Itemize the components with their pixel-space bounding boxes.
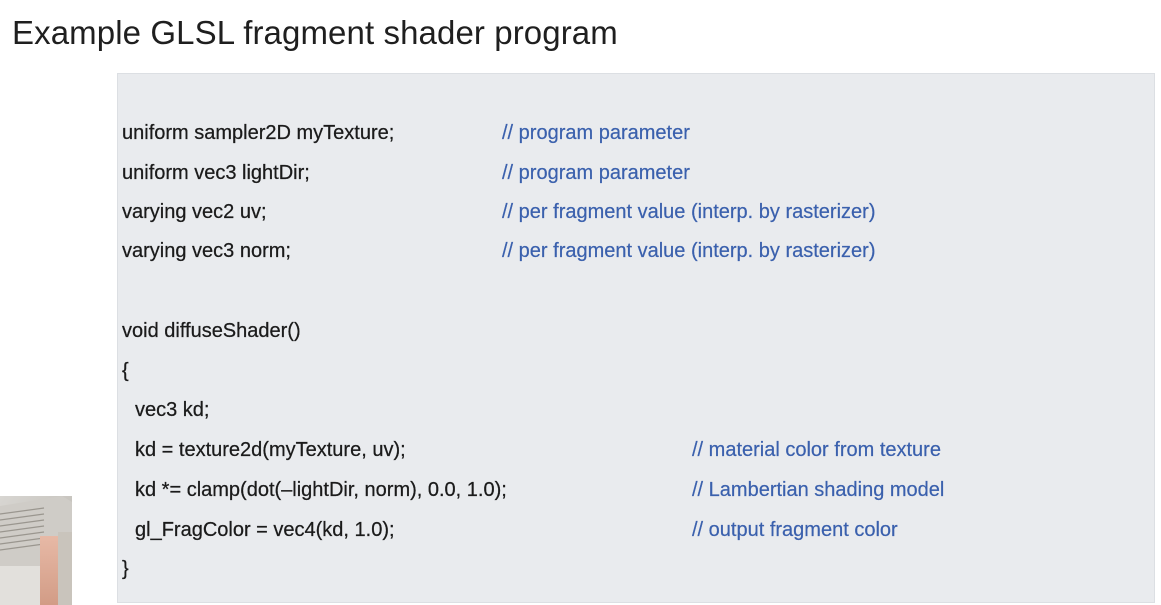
code-text: uniform sampler2D myTexture; [122, 122, 395, 144]
slide-title: Example GLSL fragment shader program [12, 14, 618, 51]
code-text: { [122, 360, 129, 382]
code-text: kd = texture2d(myTexture, uv); [135, 439, 406, 461]
code-text: gl_FragColor = vec4(kd, 1.0); [135, 519, 395, 541]
code-comment: // per fragment value (interp. by raster… [502, 240, 876, 262]
code-text: void diffuseShader() [122, 320, 301, 342]
code-comment: // per fragment value (interp. by raster… [502, 201, 876, 223]
code-comment: // material color from texture [692, 439, 941, 461]
code-comment: // program parameter [502, 122, 690, 144]
corner-photo [0, 496, 72, 605]
code-comment: // output fragment color [692, 519, 898, 541]
code-comment: // program parameter [502, 162, 690, 184]
code-text: varying vec3 norm; [122, 240, 291, 262]
code-text: uniform vec3 lightDir; [122, 162, 310, 184]
code-text: } [122, 558, 129, 580]
code-panel: uniform sampler2D myTexture; // program … [117, 73, 1155, 603]
code-text: vec3 kd; [135, 399, 210, 421]
code-comment: // Lambertian shading model [692, 479, 945, 501]
code-text: kd *= clamp(dot(–lightDir, norm), 0.0, 1… [135, 479, 507, 501]
code-text: varying vec2 uv; [122, 201, 267, 223]
